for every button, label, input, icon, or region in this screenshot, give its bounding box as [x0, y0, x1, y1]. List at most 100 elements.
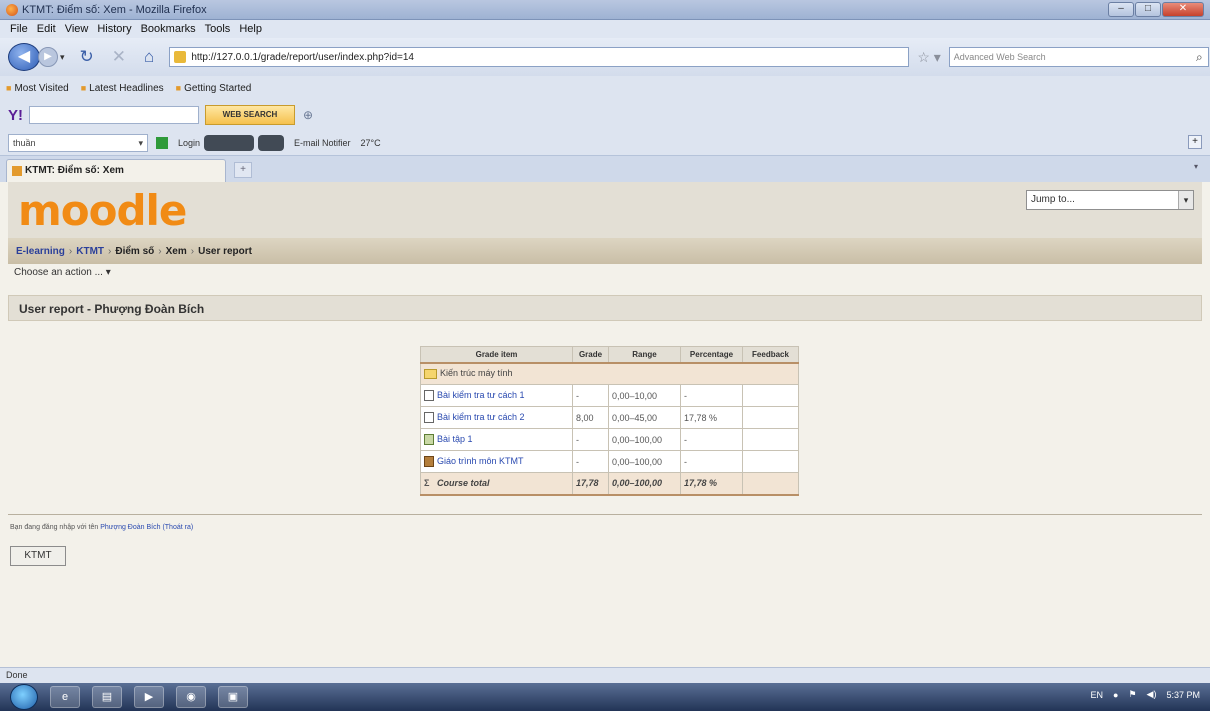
tab-ktmt[interactable]: KTMT: Điểm số: Xem: [6, 159, 226, 182]
login-prefix: Bạn đang đăng nhập với tên: [10, 524, 99, 531]
login-link[interactable]: Login: [178, 138, 200, 148]
menu-file[interactable]: File: [10, 23, 28, 35]
flag-icon[interactable]: ⚑: [1128, 689, 1136, 700]
percentage-cell: -: [680, 384, 743, 407]
bookmark-star-icon[interactable]: ☆ ▾: [917, 49, 940, 66]
bookmark-most-visited[interactable]: Most Visited: [6, 83, 68, 94]
menu-view[interactable]: View: [65, 23, 89, 35]
logout-link[interactable]: (Thoát ra): [162, 524, 193, 531]
reload-icon[interactable]: ↻: [80, 47, 94, 67]
add-icon[interactable]: ⊕: [303, 108, 313, 122]
total-grade-cell: 17,78: [572, 472, 609, 496]
history-dropdown-icon[interactable]: ▾: [60, 52, 65, 63]
menu-history[interactable]: History: [97, 23, 131, 35]
course-total-row: Σ Course total 17,78 0,00–100,00 17,78 %: [420, 472, 799, 496]
grade-item-cell[interactable]: Bài tập 1: [420, 428, 573, 451]
sum-icon: Σ: [424, 477, 430, 488]
table-row: Bài kiểm tra tư cách 2 8,00 0,00–45,00 1…: [420, 406, 799, 429]
search-icon[interactable]: ⌕: [1196, 50, 1203, 65]
bookmark-latest-headlines[interactable]: Latest Headlines: [81, 83, 164, 94]
course-total-label-cell: Σ Course total: [420, 472, 573, 496]
menu-bar: File Edit View History Bookmarks Tools H…: [0, 20, 1210, 38]
home-icon[interactable]: ⌂: [144, 47, 154, 67]
stop-icon[interactable]: ✕: [112, 47, 126, 67]
web-search-button[interactable]: WEB SEARCH: [205, 105, 295, 125]
toolbar-overflow-icon[interactable]: +: [1188, 135, 1202, 149]
moodle-logo[interactable]: moodle: [18, 186, 187, 235]
breadcrumb-home[interactable]: E-learning: [16, 246, 65, 257]
breadcrumb-course[interactable]: KTMT: [76, 246, 104, 257]
footer-divider: [8, 514, 1202, 515]
user-profile-link[interactable]: Phượng Đoàn Bích: [100, 524, 160, 531]
volume-icon[interactable]: ◀): [1147, 689, 1157, 700]
column-header: Range: [608, 346, 681, 363]
menu-help[interactable]: Help: [239, 23, 262, 35]
green-status-icon[interactable]: [156, 136, 168, 149]
toolbar-widget-icon[interactable]: [204, 134, 255, 151]
window-title: KTMT: Điểm số: Xem - Mozilla Firefox: [22, 3, 207, 16]
choose-action-select[interactable]: Choose an action ... ▾: [14, 267, 111, 278]
grade-item-cell[interactable]: Bài kiểm tra tư cách 2: [420, 406, 573, 429]
yahoo-logo[interactable]: Y!: [8, 107, 23, 124]
page-title: User report - Phượng Đoàn Bích: [8, 295, 1202, 321]
yahoo-search-input[interactable]: [29, 106, 199, 124]
explorer-icon[interactable]: ▤: [92, 686, 122, 708]
column-header: Percentage: [680, 346, 743, 363]
clock[interactable]: 5:37 PM: [1166, 690, 1200, 700]
column-header: Grade: [572, 346, 609, 363]
toolbar-widget-small-icon[interactable]: [258, 134, 285, 151]
search-placeholder: Advanced Web Search: [953, 52, 1046, 62]
media-icon[interactable]: ▶: [134, 686, 164, 708]
table-row: Bài tập 1 - 0,00–100,00 -: [420, 428, 799, 451]
percentage-cell: -: [680, 450, 743, 473]
breadcrumb-separator: ›: [108, 245, 112, 257]
back-button[interactable]: ◀: [8, 43, 40, 71]
close-button[interactable]: ✕: [1162, 2, 1204, 17]
menu-tools[interactable]: Tools: [205, 23, 231, 35]
search-input[interactable]: Advanced Web Search ⌕: [948, 47, 1209, 67]
network-icon[interactable]: ●: [1113, 690, 1118, 700]
new-tab-button[interactable]: +: [234, 162, 252, 178]
percentage-cell: -: [680, 428, 743, 451]
ie-icon[interactable]: e: [50, 686, 80, 708]
bookmark-getting-started[interactable]: Getting Started: [176, 83, 251, 94]
course-button[interactable]: KTMT: [10, 546, 66, 566]
url-bar[interactable]: http://127.0.0.1/grade/report/user/index…: [169, 47, 910, 67]
breadcrumb-separator: ›: [158, 245, 162, 257]
grade-cell: -: [572, 384, 609, 407]
status-bar: Done: [0, 667, 1210, 683]
language-indicator[interactable]: EN: [1091, 690, 1104, 700]
jump-to-select[interactable]: Jump to...: [1026, 190, 1194, 210]
tab-list-icon[interactable]: ▾: [1194, 162, 1206, 176]
feedback-cell: [742, 406, 799, 429]
maximize-button[interactable]: □: [1135, 2, 1161, 17]
menu-bookmarks[interactable]: Bookmarks: [141, 23, 196, 35]
chevron-down-icon: ▾: [105, 267, 111, 278]
feedback-cell: [742, 450, 799, 473]
quiz-icon: [424, 412, 434, 424]
window-task-icon[interactable]: ▣: [218, 686, 248, 708]
menu-edit[interactable]: Edit: [37, 23, 56, 35]
column-header: Feedback: [742, 346, 799, 363]
total-percentage-cell: 17,78 %: [680, 472, 743, 496]
email-notifier[interactable]: E-mail Notifier: [294, 138, 351, 148]
package-icon: [424, 456, 434, 468]
breadcrumb-separator: ›: [68, 245, 73, 257]
grade-item-link[interactable]: Bài kiểm tra tư cách 1: [437, 390, 525, 400]
grade-item-link[interactable]: Giáo trình môn KTMT: [437, 456, 524, 466]
category-cell: Kiến trúc máy tính: [420, 361, 799, 385]
start-button[interactable]: [10, 684, 38, 710]
range-cell: 0,00–10,00: [608, 384, 681, 407]
grade-item-cell[interactable]: Giáo trình môn KTMT: [420, 450, 573, 473]
bookmarks-toolbar: Most Visited Latest Headlines Getting St…: [0, 76, 1210, 100]
profile-select[interactable]: thuần: [8, 133, 148, 152]
minimize-button[interactable]: –: [1108, 2, 1134, 17]
grade-item-link[interactable]: Bài kiểm tra tư cách 2: [437, 412, 525, 422]
firefox-task-icon[interactable]: ◉: [176, 686, 206, 708]
assignment-icon: [424, 434, 434, 446]
grade-item-link[interactable]: Bài tập 1: [437, 434, 473, 444]
grade-item-cell[interactable]: Bài kiểm tra tư cách 1: [420, 384, 573, 407]
total-range-cell: 0,00–100,00: [608, 472, 681, 496]
range-cell: 0,00–45,00: [608, 406, 681, 429]
forward-button[interactable]: ▶: [38, 47, 58, 67]
